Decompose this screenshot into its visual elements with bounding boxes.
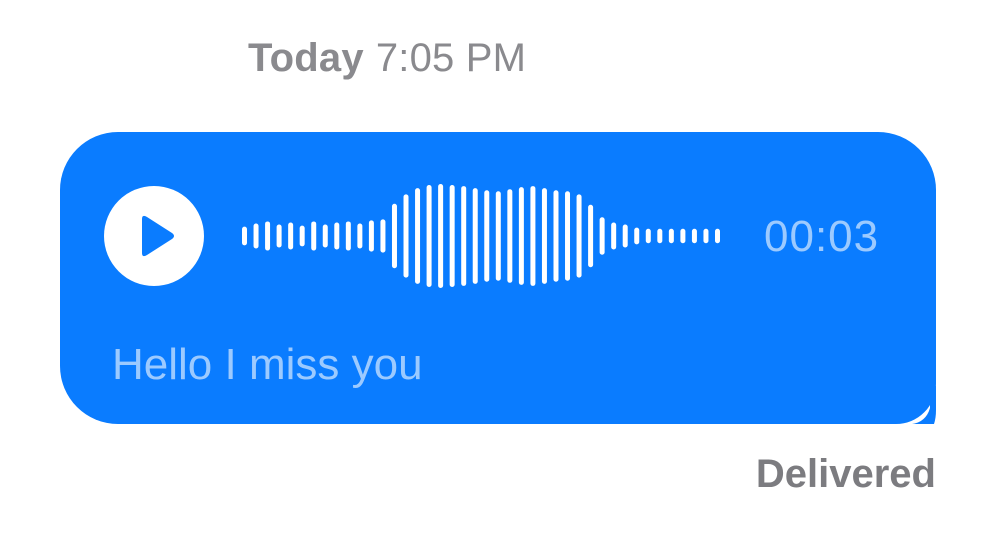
audio-waveform[interactable] [242,176,720,296]
timestamp-time: 7:05 PM [375,36,527,80]
waveform-bar [530,186,536,286]
waveform-bar [345,221,351,251]
waveform-bar [622,224,628,248]
waveform-bar [507,189,513,283]
waveform-bar [599,217,605,255]
message-timestamp: Today 7:05 PM [248,36,526,81]
waveform-bar [588,204,594,268]
waveform-bar [265,221,271,251]
waveform-bar [518,187,524,285]
bubble-tail [912,386,936,424]
waveform-bar [334,222,340,250]
delivery-status: Delivered [755,452,936,496]
waveform-bar [715,228,720,244]
waveform-bar [415,188,421,284]
waveform-bar [391,203,397,269]
waveform-bar [380,219,386,253]
waveform-bar [691,228,697,244]
waveform-bar [449,185,455,287]
waveform-bar [368,220,374,252]
timestamp-day: Today [248,36,364,80]
audio-duration: 00:03 [764,212,880,261]
waveform-bar [611,222,617,250]
waveform-bar [288,222,294,250]
waveform-bar [668,228,674,244]
waveform-bar [565,191,571,281]
waveform-bar [484,190,490,282]
waveform-bar [322,224,328,248]
waveform-bar [276,224,282,248]
waveform-bar [461,186,467,286]
waveform-bar [541,188,547,284]
play-icon [142,215,174,257]
waveform-bar [495,191,501,281]
waveform-bar [242,226,247,246]
waveform-bar [357,223,363,249]
waveform-bar [645,228,651,244]
waveform-bar [553,190,559,282]
audio-message-bubble[interactable]: 00:03 Hello I miss you [60,132,936,424]
waveform-bar [576,194,582,278]
waveform-bar [299,225,305,247]
audio-transcript: Hello I miss you [112,340,423,389]
waveform-bar [657,228,663,244]
waveform-bar [703,228,709,244]
waveform-bar [426,185,432,287]
waveform-bar [472,188,478,284]
waveform-bar [438,184,444,288]
waveform-bar [634,227,640,245]
waveform-bar [403,194,409,278]
waveform-bar [253,223,259,249]
play-button[interactable] [104,186,204,286]
waveform-bar [311,221,317,251]
waveform-bar [680,228,686,244]
